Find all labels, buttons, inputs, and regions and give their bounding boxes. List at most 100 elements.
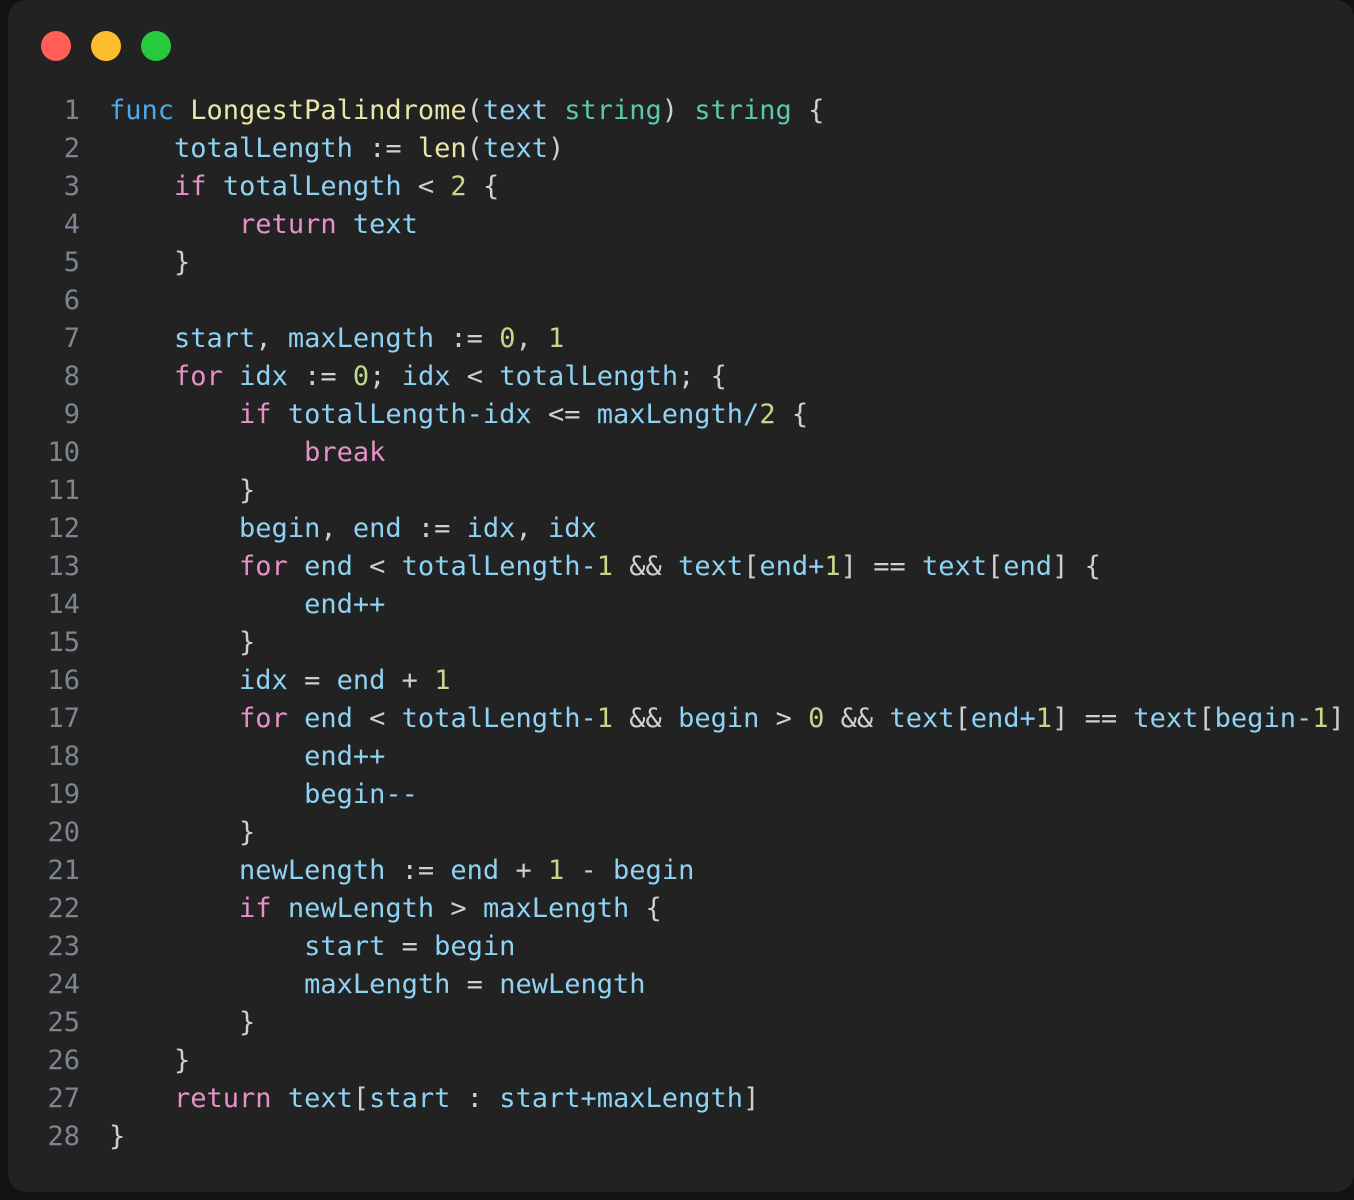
token-var: idx	[466, 513, 516, 544]
minimize-button[interactable]	[91, 31, 121, 61]
code-line[interactable]: 12 begin, end := idx, idx	[8, 510, 1354, 548]
token-op: {	[629, 893, 662, 924]
token-op	[109, 703, 239, 734]
code-line[interactable]: 9 if totalLength-idx <= maxLength/2 {	[8, 396, 1354, 434]
code-line[interactable]: 28}	[8, 1118, 1354, 1156]
code-line[interactable]: 6	[8, 282, 1354, 320]
line-number: 14	[47, 589, 80, 620]
token-var: begin	[613, 855, 695, 886]
code-line[interactable]: 18 end++	[8, 738, 1354, 776]
code-line[interactable]: 4 return text	[8, 206, 1354, 244]
line-number: 24	[47, 969, 80, 1000]
token-var: /	[743, 399, 760, 430]
line-number: 5	[63, 247, 80, 278]
code-line[interactable]: 15 }	[8, 624, 1354, 662]
maximize-button[interactable]	[141, 31, 171, 61]
code-line[interactable]: 3 if totalLength < 2 {	[8, 168, 1354, 206]
code-line[interactable]: 25 }	[8, 1004, 1354, 1042]
token-op	[109, 475, 239, 506]
token-fn: LongestPalindrome	[190, 95, 467, 126]
line-number: 9	[63, 399, 80, 430]
code-text: totalLength := len(text)	[80, 130, 564, 168]
token-op: -	[580, 855, 597, 886]
token-op	[207, 171, 223, 202]
token-var: idx	[239, 361, 288, 392]
code-line[interactable]: 14 end++	[8, 586, 1354, 624]
code-line[interactable]: 16 idx = end + 1	[8, 662, 1354, 700]
line-number: 8	[63, 361, 80, 392]
code-line[interactable]: 8 for idx := 0; idx < totalLength; {	[8, 358, 1354, 396]
token-op: }	[174, 1045, 191, 1076]
token-op	[109, 1083, 174, 1114]
code-line[interactable]: 7 start, maxLength := 0, 1	[8, 320, 1354, 358]
code-line[interactable]: 23 start = begin	[8, 928, 1354, 966]
code-line[interactable]: 11 }	[8, 472, 1354, 510]
code-line[interactable]: 5 }	[8, 244, 1354, 282]
token-var: idx	[401, 361, 451, 392]
line-number: 15	[47, 627, 80, 658]
token-op	[613, 703, 629, 734]
line-number: 16	[47, 665, 80, 696]
code-line[interactable]: 10 break	[8, 434, 1354, 472]
token-op	[597, 855, 613, 886]
token-var: end	[304, 589, 353, 620]
token-op	[109, 589, 304, 620]
code-line[interactable]: 26 }	[8, 1042, 1354, 1080]
token-var: --	[385, 779, 418, 810]
code-line[interactable]: 27 return text[start : start+maxLength]	[8, 1080, 1354, 1118]
code-editor[interactable]: 1 func LongestPalindrome(text string) str…	[8, 92, 1354, 1156]
code-text: start, maxLength := 0, 1	[80, 320, 564, 358]
token-op: [	[1198, 703, 1215, 734]
code-line[interactable]: 2 totalLength := len(text)	[8, 130, 1354, 168]
token-op: ,	[515, 323, 548, 354]
token-op	[109, 855, 239, 886]
token-kwb: func	[109, 95, 191, 126]
token-var: begin	[239, 513, 321, 544]
line-number: 25	[47, 1007, 80, 1038]
code-line[interactable]: 22 if newLength > maxLength {	[8, 890, 1354, 928]
token-op	[385, 703, 401, 734]
code-text: }	[80, 1118, 125, 1156]
token-var: end	[336, 665, 386, 696]
code-text: end++	[80, 586, 385, 624]
code-text: }	[80, 624, 255, 662]
token-op: }	[109, 1121, 126, 1152]
code-line[interactable]: 17 for end < totalLength-1 && begin > 0 …	[8, 700, 1354, 738]
close-button[interactable]	[41, 31, 71, 61]
token-num: 1	[1312, 703, 1329, 734]
token-op	[223, 361, 239, 392]
code-text: return text[start : start+maxLength]	[80, 1080, 759, 1118]
token-kw: return	[239, 209, 337, 240]
token-op	[450, 969, 466, 1000]
token-op	[450, 361, 466, 392]
token-op: [	[743, 551, 760, 582]
code-line[interactable]: 19 begin--	[8, 776, 1354, 814]
token-op	[483, 969, 499, 1000]
line-number: 2	[63, 133, 80, 164]
token-op	[678, 95, 694, 126]
code-text: }	[80, 1042, 190, 1080]
code-text: newLength := end + 1 - begin	[80, 852, 694, 890]
code-text: func LongestPalindrome(text string) stri…	[80, 92, 824, 130]
token-op	[109, 323, 174, 354]
line-number: 4	[63, 209, 80, 240]
token-op: <=	[547, 399, 581, 430]
token-op	[109, 551, 239, 582]
token-op: (	[466, 95, 483, 126]
token-op	[906, 551, 922, 582]
token-var: end	[450, 855, 500, 886]
code-line[interactable]: 21 newLength := end + 1 - begin	[8, 852, 1354, 890]
line-number: 27	[47, 1083, 80, 1114]
token-op	[109, 741, 304, 772]
token-op: [	[987, 551, 1004, 582]
code-line[interactable]: 1 func LongestPalindrome(text string) str…	[8, 92, 1354, 130]
code-line[interactable]: 20 }	[8, 814, 1354, 852]
token-var: end	[304, 741, 353, 772]
token-op	[564, 855, 580, 886]
code-line[interactable]: 13 for end < totalLength-1 && text[end+1…	[8, 548, 1354, 586]
code-line[interactable]: 24 maxLength = newLength	[8, 966, 1354, 1004]
token-op	[532, 399, 548, 430]
token-var: end	[759, 551, 809, 582]
token-op	[434, 171, 450, 202]
token-var: text	[678, 551, 744, 582]
